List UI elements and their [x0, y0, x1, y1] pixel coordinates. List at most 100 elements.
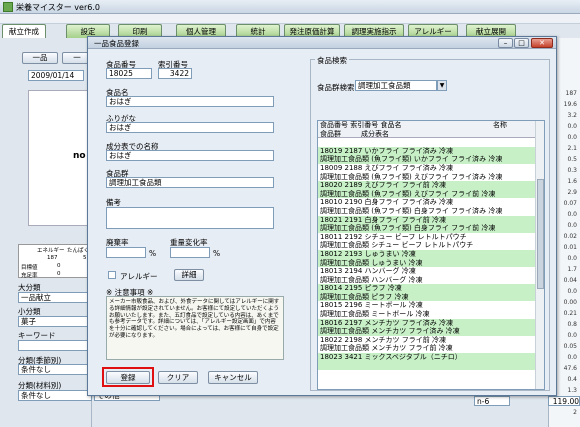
nutrient-value: 0.00 — [563, 299, 577, 306]
group-search-label: 食品群検索 — [317, 83, 355, 92]
tab-menu-create[interactable]: 献立作成 — [2, 24, 46, 39]
nutrient-value: 0.0 — [567, 288, 577, 295]
season-class-select[interactable]: 条件なし — [18, 364, 92, 375]
list-row[interactable]: 18009 2188 えびフライ フライ済み 冷凍 — [318, 164, 544, 173]
nutrient-value: 2.1 — [567, 145, 577, 152]
nutrient-value: 1.6 — [567, 178, 577, 185]
food-register-dialog: 一品食品登録 – □ ✕ 食品番号 18025 索引番号 3422 食品名 おは… — [87, 36, 557, 396]
nutrient-value: 0.0 — [567, 123, 577, 130]
list-row[interactable]: 調理加工食品類 しゅうまい 冷凍 — [318, 258, 544, 268]
list-header-1: 食品番号 索引番号 食品名 名称 — [318, 121, 544, 130]
register-form: 食品番号 18025 索引番号 3422 食品名 おはぎ ふりがな おはぎ 成分… — [98, 51, 298, 391]
nutrient-value: 47.6 — [563, 365, 577, 372]
nutrient-value: 0.21 — [563, 310, 577, 317]
nutrient-value: 0.02 — [563, 233, 577, 240]
list-row[interactable] — [318, 379, 544, 388]
nutrient-value: 19.6 — [563, 101, 577, 108]
comp-name-field[interactable]: おはぎ — [106, 150, 274, 161]
list-row[interactable]: 調理加工食品類 シチュー ビーフ レトルトパウチ — [318, 241, 544, 250]
mini-val-energy: 187 — [47, 255, 58, 261]
nutrient-value: 0.0 — [567, 222, 577, 229]
mini-header-energy: エネルギー — [37, 248, 65, 254]
nutrient-value: 0.0 — [567, 255, 577, 262]
list-row[interactable]: 18023 3421 ミックスベジタブル（ニチロ） — [318, 353, 544, 362]
list-row[interactable]: 18012 2193 しゅうまい 冷凍 — [318, 249, 544, 259]
image-placeholder: no i — [28, 90, 92, 226]
index-no-field[interactable]: 3422 — [158, 68, 192, 79]
major-class-field[interactable]: 一品献立 — [18, 292, 92, 303]
nutrient-value: 0.0 — [567, 354, 577, 361]
bottom-left-field: n-6 — [474, 396, 510, 406]
list-row[interactable]: 18013 2194 ハンバーグ 冷凍 — [318, 267, 544, 276]
list-row[interactable] — [318, 387, 544, 389]
group-field[interactable]: 調理加工食品類 — [106, 177, 274, 188]
maximize-button[interactable]: □ — [514, 38, 529, 48]
nutrient-value: 0.0 — [567, 332, 577, 339]
list-row[interactable]: 調理加工食品類 メンチカツ フライ済み 冷凍 — [318, 327, 544, 336]
list-row[interactable]: 調理加工食品類 (魚フライ類) 白身フライ フライ前 冷凍 — [318, 224, 544, 233]
list-row[interactable]: 調理加工食品類 (魚フライ類) いかフライ フライ済み 冷凍 — [318, 155, 544, 164]
nutrient-mini-table: エネルギー たんぱく 187 5 目標値 0 充足率 0 — [18, 244, 92, 279]
group-search-select[interactable]: 調理加工食品類 — [355, 80, 437, 91]
nutrient-value: 2.9 — [567, 189, 577, 196]
list-row[interactable] — [318, 370, 544, 379]
list-scrollbar[interactable] — [535, 121, 544, 389]
list-row[interactable]: 18020 2189 えびフライ フライ前 冷凍 — [318, 181, 544, 190]
nutrient-value: 0.04 — [563, 277, 577, 284]
clear-button[interactable]: クリア — [158, 371, 198, 384]
food-list[interactable]: 食品番号 索引番号 食品名 名称 食品群 成分表名 18019 2187 いかフラ… — [317, 120, 545, 390]
group-search-dropdown[interactable]: ▼ — [437, 80, 447, 91]
note-box: メーカー市販食品、および、外食データに関してはアレルギーに関する詳細情報が設定さ… — [106, 296, 284, 360]
list-row[interactable]: 調理加工食品類 ハンバーグ 冷凍 — [318, 276, 544, 285]
keyword-field[interactable] — [18, 340, 92, 351]
menu-strip — [0, 14, 580, 24]
ippin-button[interactable]: 一品 — [22, 52, 58, 64]
food-search-panel: 食品検索 食品群検索 調理加工食品類 ▼ 食品番号 索引番号 食品名 名称 食品群… — [310, 51, 558, 391]
material-class-select[interactable]: 条件なし — [18, 390, 92, 401]
mini-ratio-label: 充足率 — [21, 273, 38, 279]
list-row[interactable] — [318, 138, 544, 147]
bottom-right-field: 119.00 — [548, 396, 580, 406]
detail-button[interactable]: 詳細 — [174, 269, 204, 281]
nutrient-value: 0.05 — [563, 343, 577, 350]
nutrient-value: 0.07 — [563, 200, 577, 207]
close-button[interactable]: ✕ — [531, 38, 553, 48]
list-row[interactable]: 18016 2197 メンチカツ フライ済み 冷凍 — [318, 318, 544, 328]
list-row[interactable]: 18015 2196 ミートボール 冷凍 — [318, 301, 544, 310]
mini-ratio-val: 0 — [57, 271, 61, 277]
weight-change-field[interactable] — [170, 247, 210, 258]
mini-val-protein: 5 — [83, 255, 87, 261]
list-row[interactable]: 18014 2195 ピラフ 冷凍 — [318, 284, 544, 293]
register-button[interactable]: 登録 — [106, 371, 150, 384]
weight-change-unit: % — [213, 249, 221, 258]
food-no-field[interactable]: 18025 — [106, 68, 152, 79]
allergy-checkbox[interactable] — [108, 271, 116, 279]
search-group-title: 食品検索 — [315, 55, 349, 66]
list-row[interactable]: 調理加工食品類 (魚フライ類) えびフライ フライ済み 冷凍 — [318, 173, 544, 182]
cancel-button[interactable]: キャンセル — [208, 371, 258, 384]
nutrient-value: 0.0 — [567, 211, 577, 218]
waste-rate-field[interactable] — [106, 247, 146, 258]
nutrient-value: 187 — [565, 90, 577, 97]
left-panel: 一品 一 2009/01/14 no i エネルギー たんぱく 187 5 目標… — [0, 38, 92, 427]
kana-field[interactable]: おはぎ — [106, 122, 274, 133]
nutrient-value: 0.01 — [563, 244, 577, 251]
memo-field[interactable] — [106, 207, 274, 229]
list-scroll-thumb[interactable] — [537, 179, 544, 289]
name-field[interactable]: おはぎ — [106, 96, 274, 107]
list-row[interactable]: 調理加工食品類 メンチカツ フライ前 冷凍 — [318, 344, 544, 353]
mini-target-val: 0 — [57, 263, 61, 269]
nutrient-value: 0.8 — [567, 321, 577, 328]
dialog-title: 一品食品登録 — [94, 39, 139, 48]
minor-class-field[interactable]: 菓子 — [18, 316, 92, 327]
minimize-button[interactable]: – — [498, 38, 513, 48]
list-row[interactable] — [318, 361, 544, 371]
list-row[interactable]: 18010 2190 白身フライ フライ済み 冷凍 — [318, 198, 544, 207]
list-header-2: 食品群 成分表名 — [318, 129, 544, 139]
list-row[interactable]: 調理加工食品類 ミートボール 冷凍 — [318, 310, 544, 319]
date-field[interactable]: 2009/01/14 — [28, 70, 84, 81]
mini-target-label: 目標値 — [21, 265, 38, 271]
list-row[interactable]: 調理加工食品類 (魚フライ類) 白身フライ フライ済み 冷凍 — [318, 207, 544, 216]
list-row[interactable]: 18021 2191 白身フライ フライ前 冷凍 — [318, 215, 544, 225]
nutrient-value: 0.0 — [567, 134, 577, 141]
